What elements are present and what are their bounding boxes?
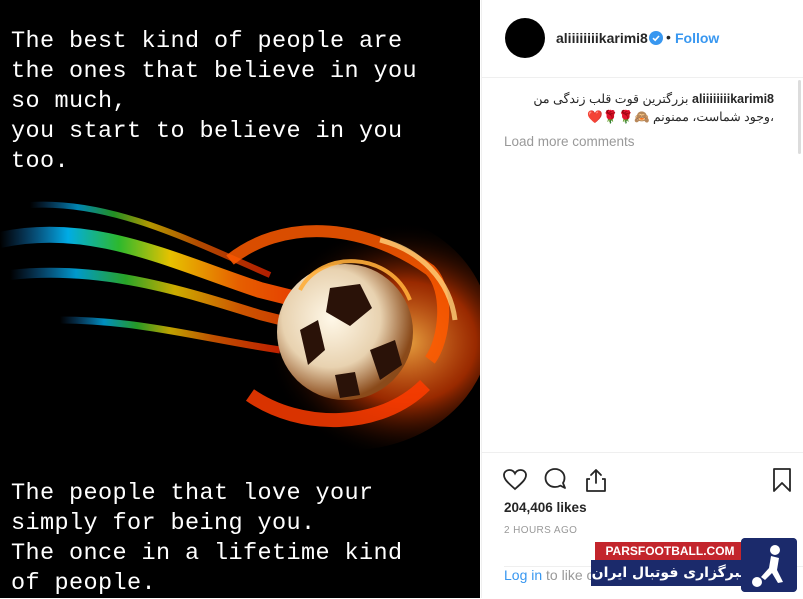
username-link[interactable]: aliiiiiiiikarimi8 xyxy=(556,30,648,46)
share-icon[interactable] xyxy=(583,467,609,493)
likes-count[interactable]: 204,406 likes xyxy=(504,500,587,515)
login-link[interactable]: Log in xyxy=(504,567,542,583)
parsfootball-logo-icon xyxy=(741,538,797,592)
post-image: The best kind of people are the ones tha… xyxy=(0,0,480,598)
quote-bottom-text: The people that love your simply for bei… xyxy=(11,480,403,597)
post-sidebar: aliiiiiiiikarimi8 • Follow aliiiiiiiikar… xyxy=(481,0,803,598)
watermark-site: PARSFOOTBALL.COM xyxy=(595,542,745,560)
follow-button[interactable]: Follow xyxy=(675,30,719,46)
quote-top-text: The best kind of people are the ones tha… xyxy=(11,28,418,175)
comment-icon[interactable] xyxy=(542,467,568,493)
load-more-comments-button[interactable]: Load more comments xyxy=(504,134,774,149)
caption-username[interactable]: aliiiiiiiikarimi8 xyxy=(692,92,774,106)
watermark-persian: خبرگزاری فوتبال ایران xyxy=(591,560,751,586)
parsfootball-watermark: PARSFOOTBALL.COM خبرگزاری فوتبال ایران xyxy=(591,538,798,594)
avatar[interactable] xyxy=(505,18,545,58)
verified-badge-icon xyxy=(649,31,663,45)
post-timestamp: 2 HOURS AGO xyxy=(504,525,578,536)
comments-scrollbar[interactable] xyxy=(798,80,801,154)
separator-dot: • xyxy=(666,29,671,45)
comments-section: aliiiiiiiikarimi8 بزرگترین قوت قلب زندگی… xyxy=(504,90,774,149)
post-header: aliiiiiiiikarimi8 • Follow xyxy=(482,0,803,78)
flaming-football-artwork xyxy=(0,180,480,470)
bookmark-icon[interactable] xyxy=(769,467,795,493)
heart-icon[interactable] xyxy=(502,467,528,493)
post-caption: aliiiiiiiikarimi8 بزرگترین قوت قلب زندگی… xyxy=(504,90,774,126)
